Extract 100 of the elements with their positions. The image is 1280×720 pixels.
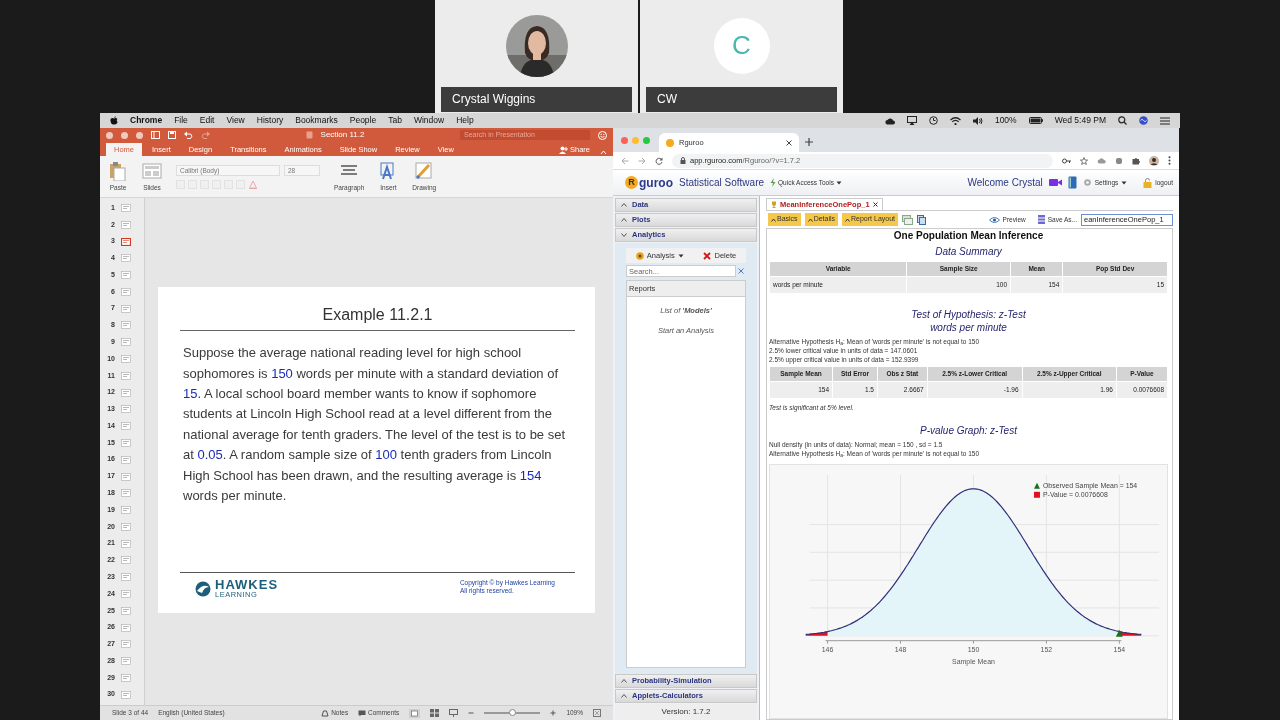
slide-thumbnail[interactable] [121,573,131,582]
menu-item[interactable]: Chrome [130,114,163,127]
slide-thumbnail[interactable] [121,220,131,229]
zoom-button[interactable] [643,137,650,144]
save-icon[interactable] [168,131,176,139]
menu-item[interactable]: Bookmarks [295,114,338,127]
more-menu-icon[interactable] [1168,156,1171,165]
slide-thumbnail[interactable] [121,271,131,280]
fit-icon[interactable] [593,709,601,717]
slide-thumbnail[interactable] [121,657,131,666]
slide-thumbnail[interactable] [121,338,131,347]
slide-thumbnail[interactable] [121,371,131,380]
battery-icon[interactable] [1028,117,1043,124]
menu-item[interactable]: Help [456,114,474,127]
logo-text: HAWKES [215,579,279,591]
zoom-in-icon[interactable] [550,710,557,716]
slide-thumbnail[interactable] [121,422,131,431]
slide-thumbnail[interactable] [121,472,131,481]
menu-item[interactable]: View [226,114,245,127]
slide-thumbnail[interactable] [121,254,131,263]
key-icon[interactable] [1062,157,1071,164]
slide-thumbnail[interactable] [121,489,131,498]
menu-item[interactable]: Tab [388,114,402,127]
cloud-icon[interactable] [883,116,895,125]
slide-thumbnail[interactable] [121,455,131,464]
star-icon[interactable] [1080,156,1088,165]
help-circle-icon [635,251,644,260]
slide-thumbnail[interactable] [121,304,131,313]
profile-avatar[interactable] [1149,155,1159,166]
layers-icon[interactable] [902,214,913,225]
slide-thumbnail[interactable] [121,623,131,632]
volume-icon[interactable] [972,116,983,125]
close-icon[interactable] [786,139,792,146]
slide-thumbnail[interactable] [121,405,131,414]
zoom-button[interactable] [136,131,143,139]
wifi-icon[interactable] [949,116,961,125]
copy-icon[interactable] [917,214,926,225]
slide-thumbnail[interactable] [121,204,131,212]
display-icon[interactable] [906,116,917,125]
smiley-icon[interactable] [598,130,607,140]
slide-thumbnail[interactable] [121,690,131,699]
reload-icon[interactable] [655,156,663,165]
puzzle-icon[interactable] [1132,156,1140,165]
menu-item[interactable]: File [174,114,188,127]
slide-thumbnail[interactable] [121,640,131,649]
slide-thumbnail[interactable] [121,539,131,548]
book-icon[interactable] [1067,176,1077,189]
extension-icon[interactable] [1115,156,1123,165]
slide-title: Example 11.2.1 [180,305,575,332]
settings-icon [1082,178,1092,187]
slide-thumbnail[interactable] [121,321,131,330]
close-button[interactable] [106,131,113,139]
slide-thumbnail[interactable] [121,522,131,531]
participant-name: Crystal Wiggins [441,87,632,112]
slide-thumbnail[interactable] [121,237,131,246]
caret-icon [1121,180,1128,185]
slide-thumbnail[interactable] [121,506,131,515]
section-title: P-value Graph: z-Test [919,424,1019,438]
lock-icon [1143,177,1153,188]
menu-item[interactable]: History [256,114,284,127]
clear-icon[interactable] [738,268,744,274]
logo-text: guroo [639,176,673,189]
normal-view-icon[interactable] [409,708,421,718]
siri-icon[interactable] [1139,116,1148,125]
slide-thumbnail[interactable] [121,287,131,296]
close-button[interactable] [621,137,628,144]
zoom-out-icon[interactable] [468,710,475,716]
collapse-icon[interactable] [600,148,607,156]
menu-item[interactable]: Window [413,114,445,127]
minimize-button[interactable] [632,137,639,144]
slide-thumbnail[interactable] [121,438,131,447]
presenter-view-icon[interactable] [449,709,459,717]
apple-icon[interactable] [110,116,118,125]
grid-view-icon[interactable] [430,709,440,717]
slide-thumbnail[interactable] [121,589,131,598]
close-icon[interactable] [872,202,878,207]
video-camera-icon[interactable] [1048,178,1062,187]
search-icon[interactable] [1118,116,1127,125]
slide-thumbnail[interactable] [121,556,131,565]
slide-thumbnail[interactable] [121,673,131,682]
sidebar-icon[interactable] [151,131,160,139]
paste-icon [108,160,128,181]
clock-icon[interactable] [928,116,938,125]
new-tab-icon[interactable] [805,138,813,146]
menu-item[interactable]: Edit [199,114,215,127]
comment-icon [358,709,367,717]
forward-icon[interactable] [638,156,646,165]
slide-thumbnail[interactable] [121,355,131,364]
undo-icon[interactable] [184,131,193,139]
minimize-button[interactable] [121,131,128,139]
slide-thumbnail[interactable] [121,388,131,397]
lightning-icon [770,178,777,187]
back-icon[interactable] [621,156,629,165]
list-icon [1037,215,1045,224]
list-icon[interactable] [1160,116,1170,125]
zoom-slider-thumb[interactable] [509,709,517,716]
menu-item[interactable]: People [349,114,377,127]
section-title: Data Summary [934,245,1003,258]
slide-thumbnail[interactable] [121,606,131,615]
avatar-initial: C [713,17,770,74]
